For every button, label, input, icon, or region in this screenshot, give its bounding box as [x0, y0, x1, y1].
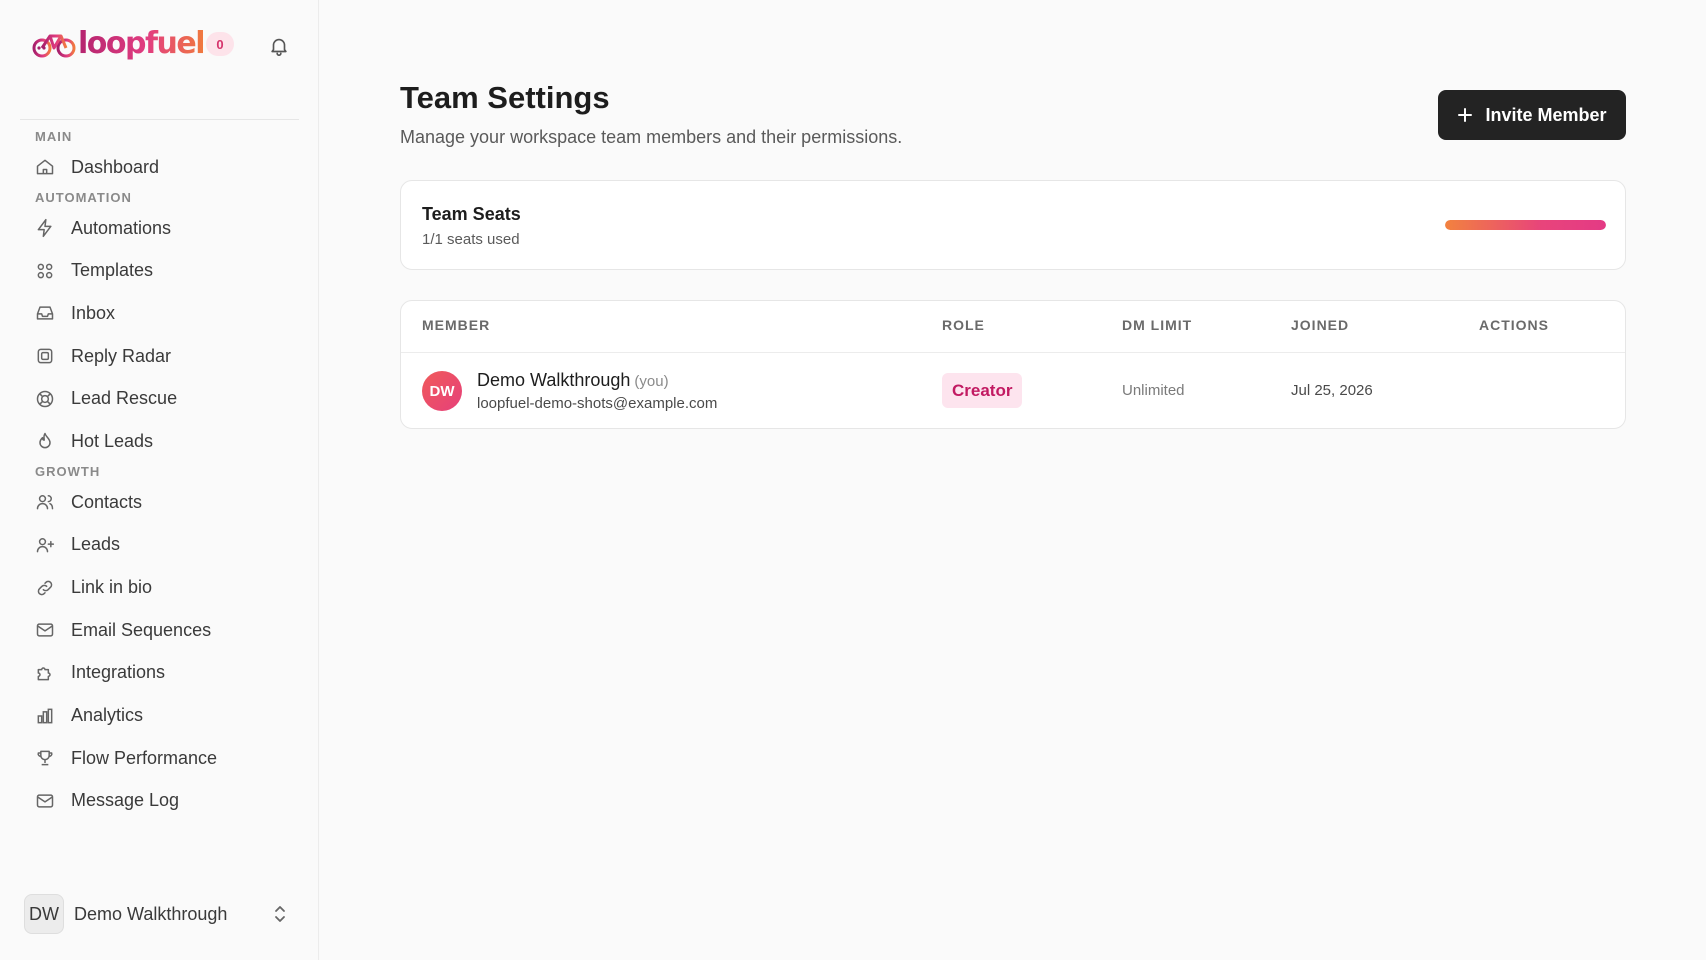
radar-icon — [35, 346, 55, 366]
grid-icon — [35, 261, 55, 281]
sidebar-item-templates[interactable]: Templates — [20, 249, 299, 292]
sidebar-item-leads[interactable]: Leads — [20, 524, 299, 567]
sidebar-item-contacts[interactable]: Contacts — [20, 481, 299, 524]
sidebar-item-label: Analytics — [71, 705, 144, 726]
header-divider — [401, 352, 1625, 353]
sidebar-item-dashboard[interactable]: Dashboard — [20, 146, 299, 189]
sidebar-item-label: Hot Leads — [71, 430, 154, 451]
sidebar-item-flow-performance[interactable]: Flow Performance — [20, 737, 299, 780]
column-header-joined: JOINED — [1291, 317, 1350, 333]
sidebar-item-label: Contacts — [71, 491, 143, 512]
team-seats-title: Team Seats — [422, 204, 521, 224]
mail-icon — [35, 791, 55, 811]
lifebuoy-icon — [35, 389, 55, 409]
sidebar-item-label: Templates — [71, 260, 154, 281]
section-main: MAIN — [35, 129, 73, 144]
sidebar-item-label: Reply Radar — [71, 345, 172, 366]
invite-member-label: Invite Member — [1485, 104, 1607, 125]
seats-used-text: 1/1 seats used — [422, 231, 520, 248]
seats-progress-fill — [1445, 220, 1606, 230]
sidebar-divider — [20, 119, 299, 120]
section-growth: GROWTH — [35, 463, 101, 479]
member-email: loopfuel-demo-shots@example.com — [477, 395, 718, 412]
section-automation: AUTOMATION — [35, 189, 132, 205]
plus-icon — [1457, 107, 1473, 123]
sidebar-nav: MAIN Dashboard AUTOMATION Automations Te… — [20, 128, 299, 860]
column-header-role: ROLE — [942, 317, 985, 333]
bar-chart-icon — [35, 706, 55, 726]
user-plus-icon — [35, 535, 55, 555]
sidebar-item-lead-rescue[interactable]: Lead Rescue — [20, 377, 299, 420]
members-table: MEMBER ROLE DM LIMIT JOINED ACTIONS DW D… — [400, 300, 1626, 429]
sidebar-item-label: Inbox — [71, 302, 116, 323]
sidebar-item-automations[interactable]: Automations — [20, 207, 299, 250]
home-icon — [35, 157, 55, 177]
sidebar-item-inbox[interactable]: Inbox — [20, 292, 299, 335]
notification-count-badge: 0 — [206, 32, 235, 56]
link-icon — [35, 578, 55, 598]
sidebar-item-label: Leads — [71, 534, 121, 555]
invite-member-button[interactable]: Invite Member — [1438, 90, 1626, 140]
member-name-text: Demo Walkthrough — [477, 370, 631, 390]
avatar: DW — [422, 371, 462, 411]
sidebar-item-label: Lead Rescue — [71, 388, 178, 409]
brand-logo[interactable]: loopfuel 0 — [31, 24, 235, 64]
joined-date: Jul 25, 2026 — [1291, 382, 1373, 399]
member-name: Demo Walkthrough (you) — [477, 370, 669, 391]
sidebar-item-label: Automations — [71, 217, 172, 238]
team-seats-card: Team Seats 1/1 seats used — [400, 180, 1626, 270]
sidebar-item-label: Integrations — [71, 662, 166, 683]
sidebar-item-analytics[interactable]: Analytics — [20, 694, 299, 737]
sidebar-item-integrations[interactable]: Integrations — [20, 652, 299, 695]
sidebar-item-label: Link in bio — [71, 577, 153, 598]
bicycle-logo-icon — [32, 34, 76, 58]
column-header-member: MEMBER — [422, 317, 491, 333]
inbox-icon — [35, 303, 55, 323]
sidebar-item-label: Email Sequences — [71, 619, 212, 640]
column-header-actions: ACTIONS — [1479, 317, 1549, 333]
sidebar-item-label: Flow Performance — [71, 747, 218, 768]
account-switcher[interactable]: DW Demo Walkthrough — [24, 894, 290, 934]
sidebar-item-message-log[interactable]: Message Log — [20, 780, 299, 823]
account-name: Demo Walkthrough — [74, 903, 228, 924]
you-indicator: (you) — [634, 373, 669, 390]
sidebar-item-reply-radar[interactable]: Reply Radar — [20, 335, 299, 378]
chevron-up-down-icon — [270, 903, 290, 925]
brand-name: loopfuel — [78, 24, 206, 64]
page-subtitle: Manage your workspace team members and t… — [400, 127, 903, 147]
avatar: DW — [24, 894, 64, 934]
seats-progress-bar — [1445, 220, 1606, 230]
column-header-dm-limit: DM LIMIT — [1122, 317, 1193, 333]
sidebar-item-hot-leads[interactable]: Hot Leads — [20, 420, 299, 463]
users-icon — [35, 492, 55, 512]
sidebar-item-label: Dashboard — [71, 156, 160, 177]
sidebar: loopfuel 0 MAIN Dashboard AUTOMATION Aut… — [0, 0, 319, 960]
bell-icon[interactable] — [266, 33, 292, 59]
flame-icon — [35, 431, 55, 451]
zap-icon — [35, 218, 55, 238]
role-badge: Creator — [942, 373, 1023, 408]
mail-icon — [35, 620, 55, 640]
sidebar-item-link-in-bio[interactable]: Link in bio — [20, 566, 299, 609]
dm-limit-value: Unlimited — [1122, 382, 1185, 399]
sidebar-item-label: Message Log — [71, 790, 180, 811]
puzzle-icon — [35, 663, 55, 683]
trophy-icon — [35, 748, 55, 768]
page-title: Team Settings — [400, 80, 610, 115]
sidebar-item-email-sequences[interactable]: Email Sequences — [20, 609, 299, 652]
